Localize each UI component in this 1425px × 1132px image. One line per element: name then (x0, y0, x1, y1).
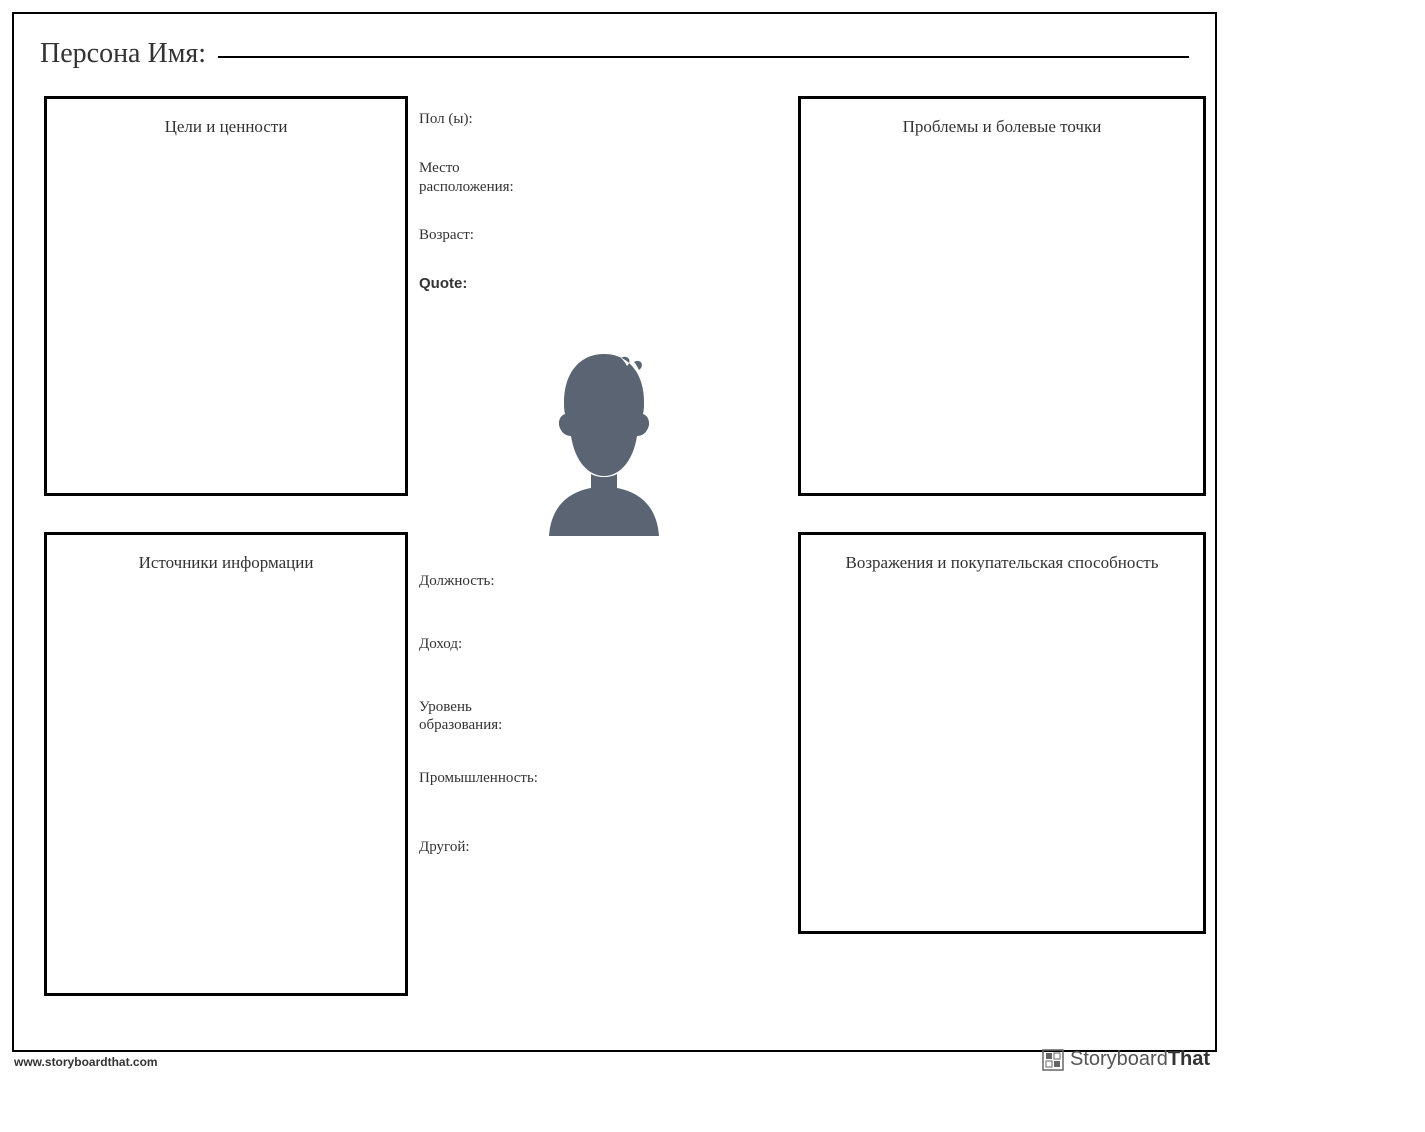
box-goals-title: Цели и ценности (47, 99, 405, 137)
footer-brand: StoryboardThat (1042, 1048, 1210, 1071)
box-goals-values[interactable]: Цели и ценности (44, 96, 408, 496)
brand-part2: That (1168, 1048, 1210, 1070)
box-objections-title: Возражения и покупательская способность (801, 535, 1203, 573)
box-info-sources[interactable]: Источники информации (44, 532, 408, 996)
box-problems-title: Проблемы и болевые точки (801, 99, 1203, 137)
field-other: Другой: (419, 838, 529, 857)
box-objections-purchasing[interactable]: Возражения и покупательская способность (798, 532, 1206, 934)
header-row: Персона Имя: (40, 38, 1189, 70)
box-sources-title: Источники информации (47, 535, 405, 573)
avatar-placeholder-icon (519, 344, 689, 536)
field-quote: Quote: (419, 275, 529, 294)
footer-url: www.storyboardthat.com (14, 1055, 158, 1069)
worksheet-canvas: Персона Имя: Цели и ценности Проблемы и … (12, 12, 1217, 1052)
persona-name-input-line[interactable] (218, 56, 1189, 58)
persona-name-label: Персона Имя: (40, 38, 206, 70)
storyboard-logo-icon (1042, 1049, 1064, 1071)
field-gender: Пол (ы): (419, 110, 529, 129)
box-problems-pain[interactable]: Проблемы и болевые точки (798, 96, 1206, 496)
field-location: Место расположения: (419, 159, 529, 197)
field-income: Доход: (419, 635, 529, 654)
demographics-top: Пол (ы): Место расположения: Возраст: Qu… (419, 110, 529, 324)
field-age: Возраст: (419, 226, 529, 245)
field-job-title: Должность: (419, 572, 529, 591)
brand-part1: Storyboard (1070, 1048, 1168, 1070)
demographics-bottom: Должность: Доход: Уровень образования: П… (419, 572, 529, 887)
field-education: Уровень образования: (419, 698, 529, 736)
footer-brand-text: StoryboardThat (1070, 1048, 1210, 1071)
field-industry: Промышленность: (419, 769, 529, 788)
